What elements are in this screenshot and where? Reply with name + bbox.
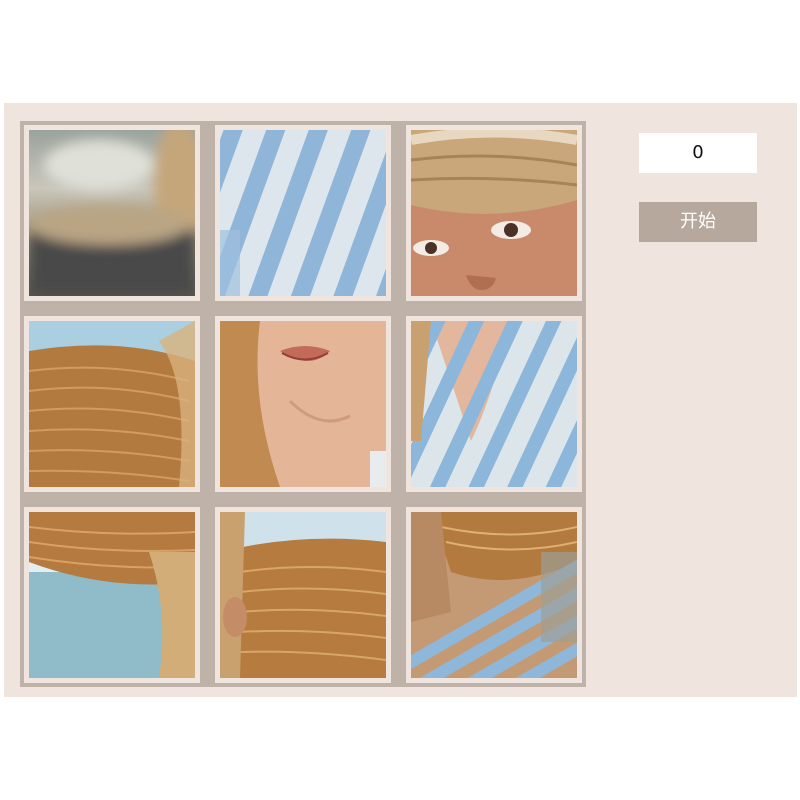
puzzle-tile-7[interactable]	[24, 507, 200, 683]
puzzle-tile-1[interactable]	[24, 125, 200, 301]
tile-image-hat-brim-hair	[29, 512, 195, 678]
tile-image-striped-collar	[411, 321, 577, 487]
tile-image-striped-shirt-shoulder	[220, 130, 386, 296]
puzzle-tile-4[interactable]	[24, 316, 200, 492]
start-button[interactable]: 开始	[639, 202, 757, 242]
puzzle-tile-9[interactable]	[406, 507, 582, 683]
tile-image-blurred-background	[29, 130, 195, 296]
puzzle-tile-3[interactable]	[406, 125, 582, 301]
tile-image-eyes-under-hat	[411, 130, 577, 296]
tile-image-lips-and-chin	[220, 321, 386, 487]
tile-image-hat-brim-left	[29, 321, 195, 487]
tile-image-hat-and-stripes	[411, 512, 577, 678]
tile-image-hat-brim-ear	[220, 512, 386, 678]
puzzle-app: 0 开始	[4, 103, 797, 697]
puzzle-tile-2[interactable]	[215, 125, 391, 301]
puzzle-board	[20, 121, 586, 687]
puzzle-tile-6[interactable]	[406, 316, 582, 492]
puzzle-tile-5[interactable]	[215, 316, 391, 492]
move-counter: 0	[639, 133, 757, 173]
puzzle-tile-8[interactable]	[215, 507, 391, 683]
